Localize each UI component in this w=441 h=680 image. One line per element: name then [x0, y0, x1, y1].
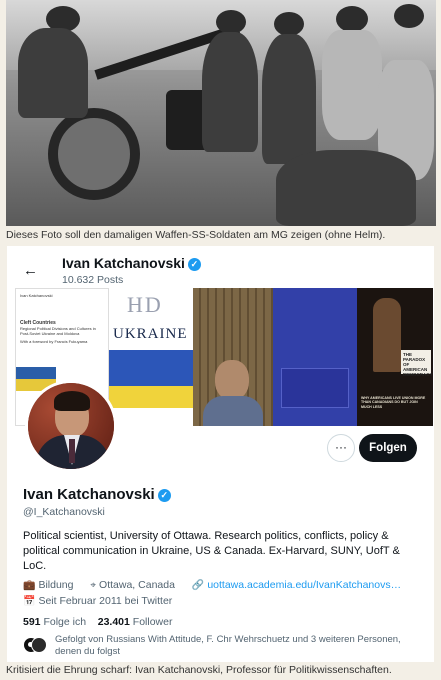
profile-handle: @I_Katchanovski — [23, 506, 105, 518]
category-item: 💼 Bildung — [23, 579, 80, 591]
website-item[interactable]: 🔗 uottawa.academia.edu/IvanKatchanovs… — [192, 579, 408, 591]
photo-gun-wheel — [48, 108, 140, 200]
calendar-icon: 📅 — [23, 596, 36, 607]
book1-foreword: With a foreword by Francis Fukuyama — [20, 339, 88, 345]
photo-soldier-shirtless — [322, 30, 382, 140]
photo-soldier — [276, 150, 416, 226]
photo-helmet — [336, 6, 368, 32]
header-post-count: 10.632 Posts — [62, 274, 124, 286]
briefcase-icon: 💼 — [23, 580, 36, 591]
book5-figure — [373, 298, 401, 372]
following-link[interactable]: 591 Folge ich — [23, 616, 86, 628]
follow-button[interactable]: Folgen — [359, 434, 417, 462]
follow-stats: 591 Folge ich 23.401 Follower — [23, 616, 172, 628]
book2-hd-mark: HD — [127, 292, 163, 317]
follower-avatar — [31, 637, 47, 653]
historic-photo — [6, 0, 436, 226]
followers-link[interactable]: 23.401 Follower — [98, 616, 173, 628]
more-options-button[interactable]: ··· — [327, 434, 355, 462]
more-icon: ··· — [335, 440, 347, 454]
photo-soldier — [262, 34, 316, 164]
followers-count: 23.401 — [97, 616, 130, 628]
book2-flag-yellow — [109, 386, 193, 408]
photo-caption: Dieses Foto soll den damaligen Waffen-SS… — [6, 229, 386, 241]
header-profile-name: Ivan Katchanovski ✓ — [62, 255, 201, 271]
banner-book-paradox: THE PARADOX OF AMERICAN DEMOCRACY WHY AM… — [357, 288, 433, 426]
twitter-profile-card: ← Ivan Katchanovski ✓ 10.632 Posts Ivan K… — [7, 246, 434, 662]
location-pin-icon: ⌖ — [90, 580, 97, 591]
book1-subtitle: Regional Political Divisions and Culture… — [20, 326, 96, 337]
location-text: Ottawa, Canada — [99, 579, 175, 591]
banner-book-dictionary-ukraine: HD UKRAINE — [109, 288, 193, 426]
avatar[interactable] — [25, 380, 117, 472]
joined-line: 📅 Seit Februar 2011 bei Twitter — [23, 595, 179, 607]
followed-by-text: Gefolgt von Russians With Attitude, F. C… — [55, 634, 401, 657]
banner-photo-face — [215, 360, 249, 400]
book2-flag-blue — [109, 350, 193, 386]
banner-photo-author — [193, 288, 273, 426]
header-name-text: Ivan Katchanovski — [62, 255, 185, 271]
joined-text: Seit Februar 2011 bei Twitter — [38, 595, 173, 607]
book5-title: THE PARADOX OF AMERICAN DEMOCRACY — [401, 350, 433, 377]
photo-helmet — [216, 10, 246, 34]
avatar-tie — [69, 439, 75, 463]
profile-bio: Political scientist, University of Ottaw… — [23, 530, 400, 572]
photo-soldier — [202, 32, 258, 152]
followers-label: Follower — [132, 616, 173, 628]
book1-author: Ivan Katchanovski — [20, 293, 53, 298]
verified-badge-icon: ✓ — [157, 489, 171, 502]
photo-helmet — [274, 12, 304, 36]
followed-by[interactable]: Gefolgt von Russians With Attitude, F. C… — [23, 634, 423, 660]
verified-badge-icon: ✓ — [187, 258, 201, 271]
category-text: Bildung — [38, 579, 74, 591]
photo-soldier — [18, 28, 88, 118]
back-arrow-icon[interactable]: ← — [23, 262, 38, 279]
profile-name: Ivan Katchanovski ✓ — [23, 486, 171, 503]
banner-book-blue — [273, 288, 357, 426]
article-caption: Kritisiert die Ehrung scharf: Ivan Katch… — [6, 664, 392, 676]
following-label: Folge ich — [43, 616, 87, 628]
photo-helmet — [394, 4, 424, 28]
profile-name-text: Ivan Katchanovski — [23, 486, 155, 503]
link-icon: 🔗 — [191, 580, 205, 591]
book5-subtitle: WHY AMERICANS LIVE UNION MORE THAN CANAD… — [361, 396, 426, 409]
book2-title: UKRAINE — [113, 326, 188, 342]
website-link[interactable]: uottawa.academia.edu/IvanKatchanovs… — [207, 579, 401, 591]
following-count: 591 — [23, 616, 41, 628]
profile-meta-line: 💼 Bildung ⌖ Ottawa, Canada 🔗 uottawa.academ… — [23, 579, 415, 591]
avatar-hair — [54, 391, 90, 411]
book4-cover-panel — [281, 368, 349, 408]
location-item: ⌖ Ottawa, Canada — [90, 579, 182, 591]
banner-photo-shirt — [203, 396, 263, 426]
